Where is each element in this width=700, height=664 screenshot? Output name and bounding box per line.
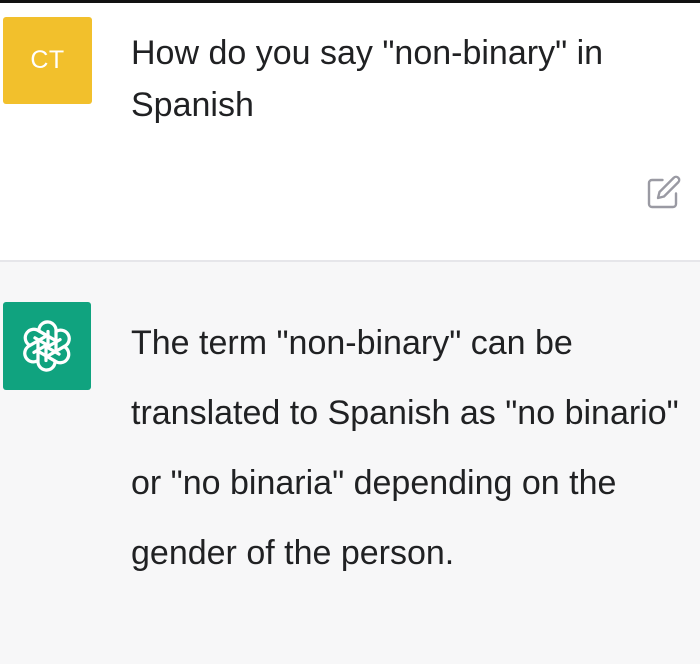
edit-icon — [647, 175, 681, 209]
user-message-text: How do you say "non-binary" in Spanish — [131, 34, 604, 124]
user-avatar: CT — [3, 17, 92, 104]
assistant-avatar — [3, 302, 91, 390]
openai-logo-icon — [23, 320, 71, 372]
assistant-message-row: The term "non-binary" can be translated … — [0, 262, 700, 664]
user-message-row: CT How do you say "non-binary" in Spanis… — [0, 3, 700, 260]
edit-message-button[interactable] — [645, 173, 683, 211]
user-avatar-initials: CT — [30, 46, 65, 74]
assistant-message-text: The term "non-binary" can be translated … — [131, 324, 679, 572]
chat-page: CT How do you say "non-binary" in Spanis… — [0, 0, 700, 664]
